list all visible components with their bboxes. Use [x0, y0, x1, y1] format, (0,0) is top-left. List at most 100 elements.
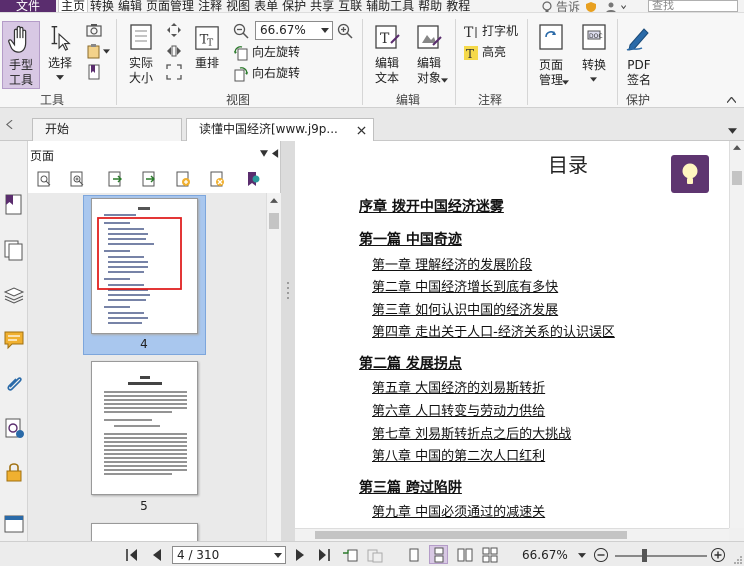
layers-panel-icon[interactable] [3, 284, 25, 306]
edit-object-icon[interactable] [415, 23, 443, 51]
menu-protect[interactable]: 保护 [280, 0, 308, 12]
convert-button[interactable]: 转换 [578, 58, 610, 73]
bookmark-panel-icon[interactable] [3, 193, 25, 215]
menu-home[interactable]: 主页 [58, 0, 89, 12]
panel-splitter[interactable] [281, 141, 295, 541]
toc-part[interactable]: 第三篇 跨过陷阱 [359, 477, 462, 497]
highlight-icon[interactable]: T [463, 45, 479, 61]
attachment-icon[interactable] [3, 373, 25, 395]
toc-chapter[interactable]: 第二章 中国经济增长到底有多快 [372, 276, 558, 295]
menu-accessibility[interactable]: 辅助工具 [364, 0, 416, 12]
chevron-left-icon[interactable] [6, 120, 13, 129]
reflow-icon[interactable]: TT [194, 25, 220, 51]
panel-collapse-icon[interactable] [272, 149, 279, 158]
toc-chapter[interactable]: 第三章 如何认识中国的经济发展 [372, 299, 558, 318]
lightbulb-icon[interactable] [540, 0, 554, 13]
toc-chapter[interactable]: 第六章 人口转变与劳动力供给 [372, 400, 545, 419]
bookmark-icon[interactable] [86, 64, 102, 80]
page-manage-icon[interactable] [537, 23, 565, 51]
document-view[interactable]: 目录 序章 拨开中国经济迷雾 第一篇 中国奇迹 第一章 理解经济的发展阶段 第二… [295, 141, 729, 528]
reflow-button[interactable]: 重排 [192, 56, 222, 71]
delete-page-icon[interactable] [209, 171, 225, 187]
menu-edit[interactable]: 编辑 [116, 0, 144, 12]
edit-text-button[interactable]: 编辑 文本 [370, 56, 404, 86]
select-button[interactable]: 选择 [46, 56, 74, 71]
typewriter-button[interactable]: 打字机 [482, 24, 518, 39]
chevron-down-icon[interactable] [590, 77, 597, 82]
edit-text-icon[interactable]: T [373, 23, 401, 51]
thumbnail-page-5[interactable] [91, 361, 198, 495]
thumbnail-page-4[interactable] [91, 198, 198, 334]
thumbnail-scrollbar[interactable] [266, 193, 281, 541]
tips-button[interactable] [671, 155, 709, 193]
chevron-up-icon[interactable] [727, 97, 736, 103]
toc-chapter[interactable]: 第七章 刘易斯转折点之后的大挑战 [372, 423, 571, 442]
form-panel-icon[interactable] [3, 513, 25, 535]
tab-start[interactable]: 开始 [32, 118, 182, 141]
pages-panel-icon[interactable] [3, 239, 25, 261]
previous-view-icon[interactable] [342, 547, 358, 563]
toc-chapter[interactable]: 第八章 中国的第二次人口红利 [372, 445, 545, 464]
hand-tool-button[interactable]: 手型 工具 [2, 21, 40, 89]
toc-chapter[interactable]: 第五章 大国经济的刘易斯转折 [372, 377, 545, 396]
last-page-icon[interactable] [316, 547, 332, 563]
actual-size-icon[interactable] [127, 23, 155, 51]
previous-page-icon[interactable] [149, 547, 165, 563]
continuous-view-button[interactable] [429, 545, 448, 564]
scroll-thumb[interactable] [315, 531, 627, 539]
page-number-input[interactable]: 4 / 310 [172, 546, 286, 564]
document-vertical-scrollbar[interactable] [729, 141, 744, 528]
rotate-left-icon[interactable] [233, 45, 249, 61]
toc-part[interactable]: 第一篇 中国奇迹 [359, 229, 462, 249]
extract-page-icon[interactable] [141, 171, 157, 187]
tab-document[interactable]: 读懂中国经济[www.j9p... [186, 118, 374, 141]
highlight-button[interactable]: 高亮 [482, 45, 506, 60]
menu-page-manage[interactable]: 页面管理 [144, 0, 196, 12]
toc-part[interactable]: 序章 拨开中国经济迷雾 [359, 196, 504, 216]
zoom-in-icon[interactable] [337, 23, 353, 39]
panel-options-icon[interactable] [260, 150, 268, 157]
toc-chapter[interactable]: 第一章 理解经济的发展阶段 [372, 254, 532, 273]
menu-connect[interactable]: 互联 [336, 0, 364, 12]
single-page-view-icon[interactable] [406, 547, 422, 563]
facing-view-icon[interactable] [457, 547, 473, 563]
rotate-right-button[interactable]: 向右旋转 [252, 66, 300, 81]
chevron-down-icon[interactable] [441, 78, 448, 83]
zoom-out-page-icon[interactable] [36, 171, 52, 187]
zoom-select[interactable]: 66.67% [255, 21, 333, 40]
chevron-down-icon[interactable] [56, 75, 64, 80]
clipboard-icon[interactable] [86, 43, 102, 59]
menu-form[interactable]: 表单 [252, 0, 280, 12]
next-view-icon[interactable] [367, 547, 383, 563]
menu-comment[interactable]: 注释 [196, 0, 224, 12]
signature-panel-icon[interactable] [3, 417, 25, 439]
menu-help[interactable]: 帮助 [416, 0, 444, 12]
actual-size-button[interactable]: 实际 大小 [124, 56, 158, 86]
chevron-down-icon[interactable] [578, 553, 586, 558]
scroll-thumb[interactable] [269, 213, 279, 229]
add-page-icon[interactable] [175, 171, 191, 187]
user-icon[interactable] [604, 1, 618, 13]
file-menu[interactable]: 文件 [0, 0, 56, 12]
convert-icon[interactable]: DOC [580, 23, 608, 51]
chevron-down-icon[interactable] [620, 1, 630, 13]
page-properties-icon[interactable] [245, 171, 261, 187]
pdf-sign-button[interactable]: PDF 签名 [622, 58, 656, 88]
fit-page-icon[interactable] [166, 22, 182, 38]
comments-panel-icon[interactable] [3, 329, 25, 351]
scroll-up-icon[interactable] [270, 198, 278, 203]
scroll-up-icon[interactable] [733, 145, 741, 150]
document-horizontal-scrollbar[interactable] [295, 528, 729, 541]
tell-me-label[interactable]: 告诉 [556, 1, 580, 13]
first-page-icon[interactable] [124, 547, 140, 563]
rotate-left-button[interactable]: 向左旋转 [252, 45, 300, 60]
select-cursor-icon[interactable] [46, 23, 74, 51]
toc-part[interactable]: 第二篇 发展拐点 [359, 353, 462, 373]
chevron-down-icon[interactable] [103, 49, 110, 54]
fit-visible-icon[interactable] [166, 64, 182, 80]
toc-chapter[interactable]: 第四章 走出关于人口-经济关系的认识误区 [372, 321, 615, 340]
toc-chapter[interactable]: 第九章 中国必须通过的减速关 [372, 501, 545, 520]
zoom-out-icon[interactable] [593, 547, 609, 563]
zoom-out-icon[interactable] [233, 23, 249, 39]
zoom-slider-knob[interactable] [642, 549, 647, 562]
